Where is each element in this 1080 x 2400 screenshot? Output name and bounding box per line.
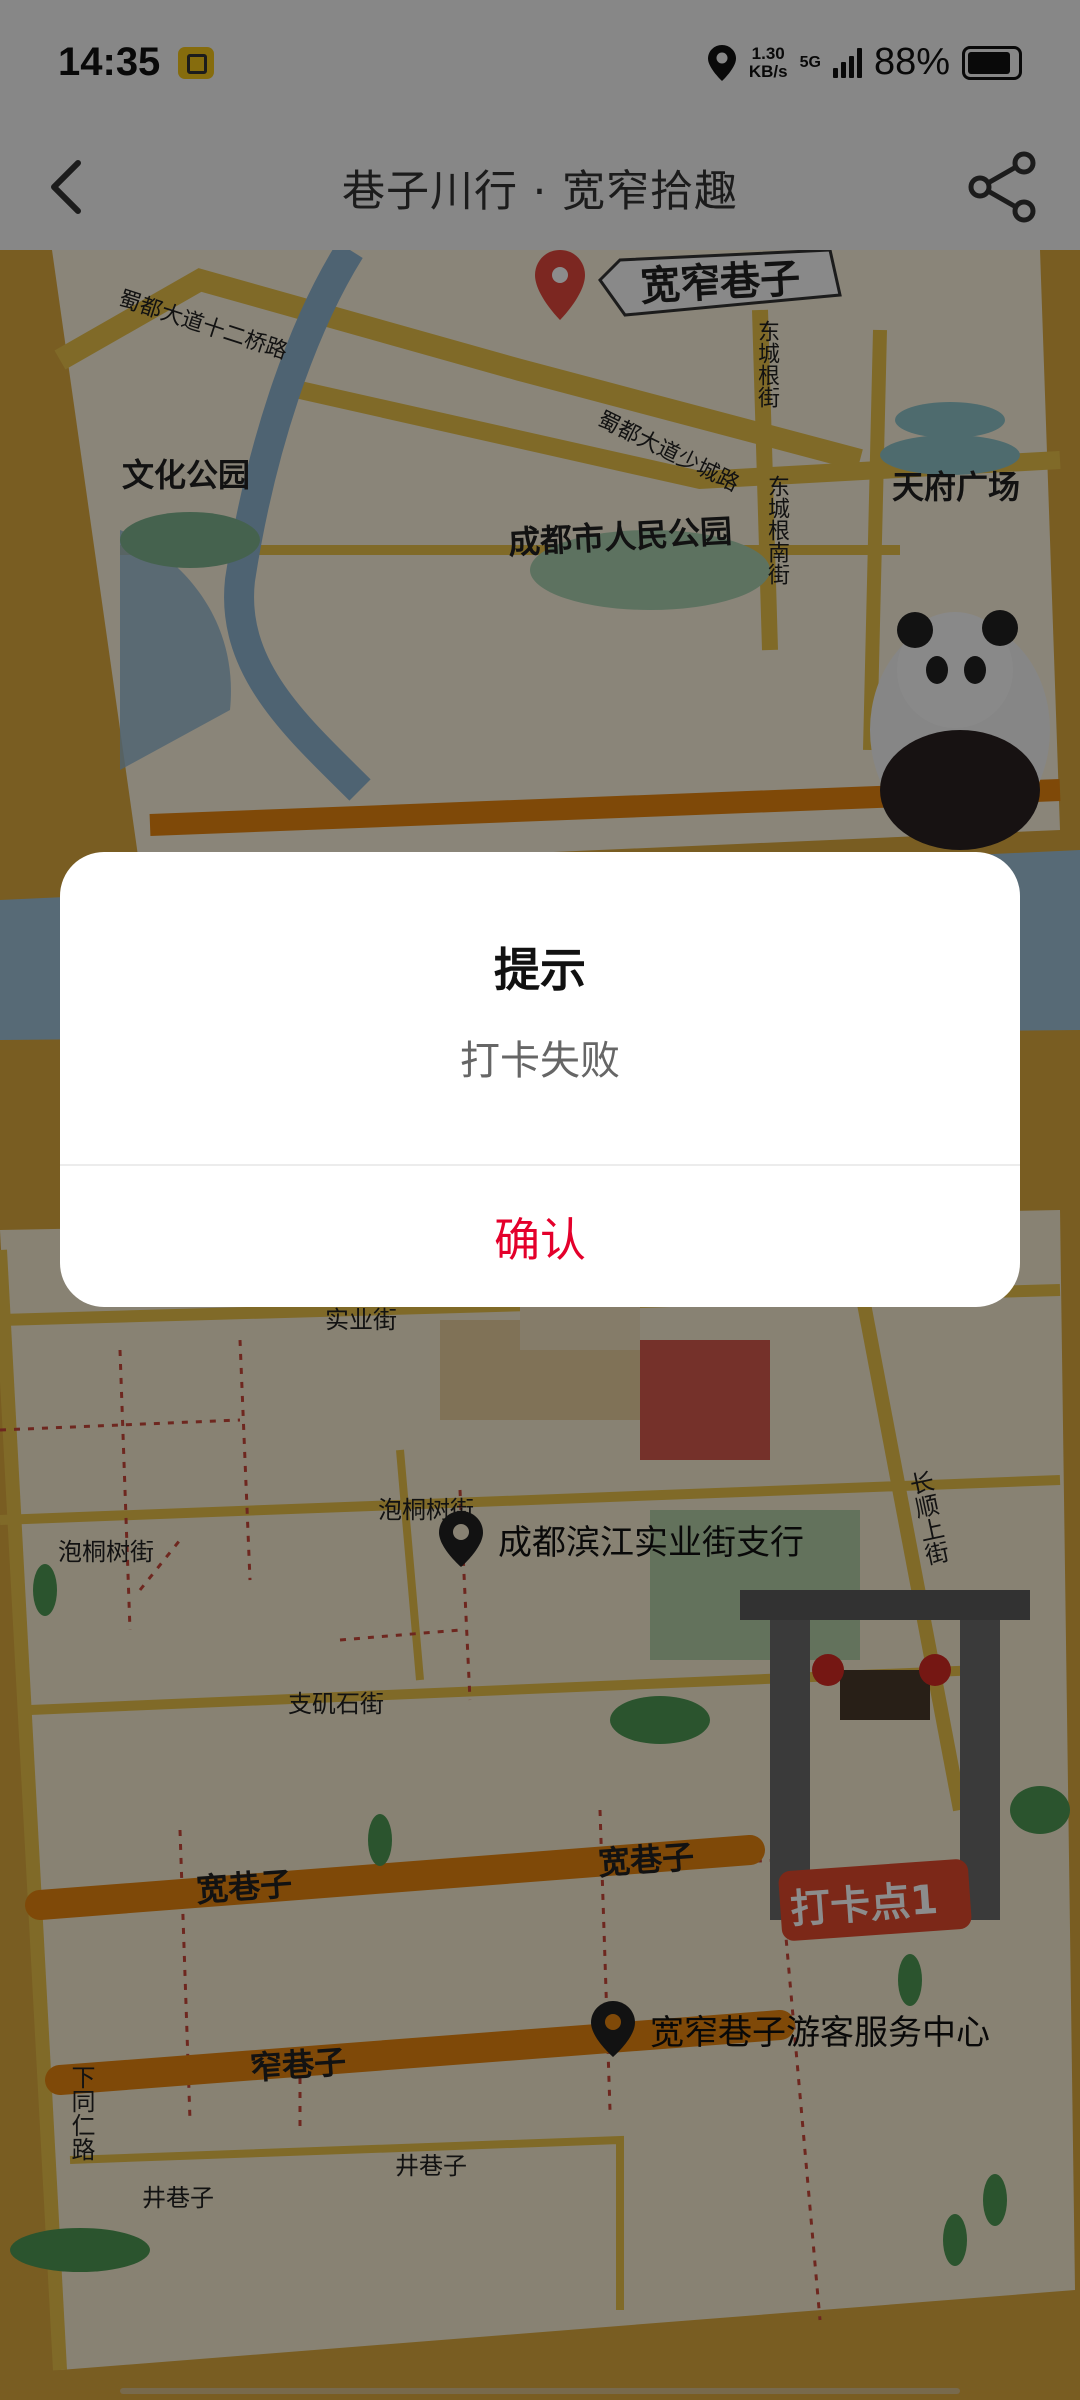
home-indicator[interactable] (120, 2388, 960, 2394)
alert-dialog: 提示 打卡失败 确认 (60, 852, 1020, 1307)
dialog-message: 打卡失败 (460, 1038, 620, 1084)
dialog-title: 提示 (494, 943, 586, 997)
confirm-button[interactable]: 确认 (60, 1166, 1020, 1307)
